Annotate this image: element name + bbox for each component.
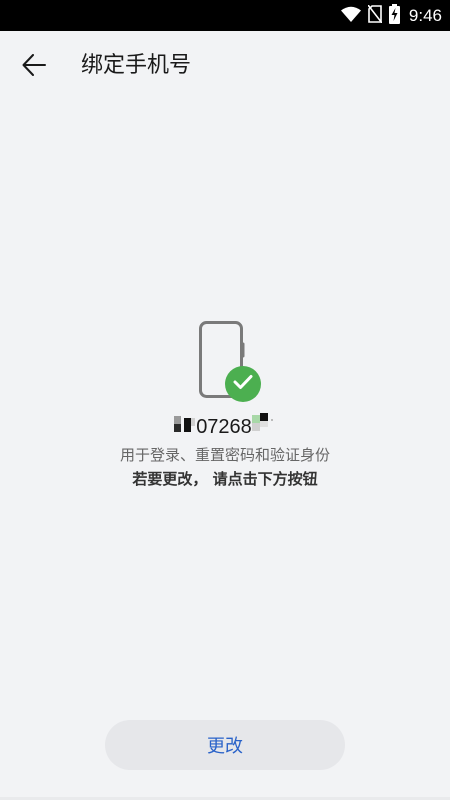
bound-phone-panel: 07268 用于登录、重置密码和验证身份 若要更改， 请点击下方按钮 [0,318,450,490]
masked-digits-right [251,413,276,441]
page-title: 绑定手机号 [81,53,192,78]
no-sim-icon [367,4,383,27]
check-icon [233,374,253,394]
arrow-left-icon [22,54,46,80]
change-button[interactable]: 更改 [105,720,345,770]
check-badge [225,366,261,402]
usage-description: 用于登录、重置密码和验证身份 [119,446,330,464]
phone-illustration [199,318,269,408]
back-button[interactable] [22,51,66,83]
phone-number-digits: 07268 [196,415,252,438]
app-bar: 绑定手机号 [0,31,450,101]
phone-number: 07268 [174,413,276,441]
masked-digits-left [174,414,196,440]
status-time: 9:46 [408,5,442,25]
change-instruction: 若要更改， 请点击下方按钮 [132,470,318,488]
status-icons: 9:46 [340,0,442,31]
status-bar: 9:46 [0,0,450,31]
wifi-icon [340,6,361,26]
battery-charging-icon [388,3,400,28]
